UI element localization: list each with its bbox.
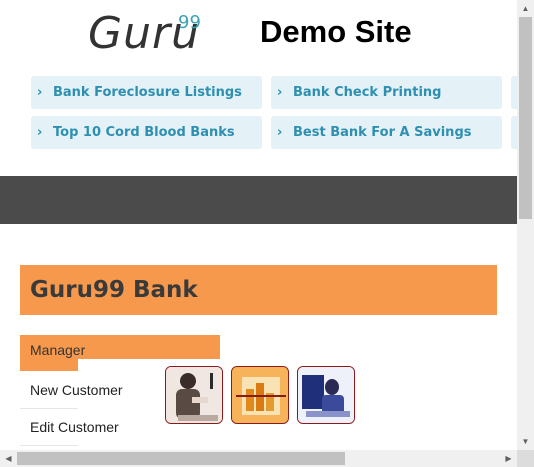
menu-item-edit-customer[interactable]: Edit Customer: [20, 409, 119, 446]
bank-title-banner: Guru99 Bank: [20, 265, 497, 315]
ad-link-bank-foreclosure[interactable]: › Bank Foreclosure Listings: [31, 76, 262, 109]
menu-manager-accent: [20, 359, 78, 371]
horizontal-scrollbar[interactable]: ◀ ▶: [0, 450, 517, 467]
ad-link-best-savings[interactable]: › Best Bank For A Savings: [271, 116, 502, 149]
scrollbar-corner: [517, 450, 534, 467]
chevron-right-icon: ›: [37, 85, 43, 100]
vertical-scroll-thumb[interactable]: [519, 17, 532, 219]
horizontal-scroll-thumb[interactable]: [17, 452, 345, 465]
bank-title: Guru99 Bank: [30, 277, 198, 303]
ad-link-label: Top 10 Cord Blood Banks: [53, 125, 235, 140]
coins-image: [231, 366, 289, 424]
chevron-right-icon: ›: [277, 125, 283, 140]
ad-link-label: Bank Foreclosure Listings: [53, 85, 242, 100]
chevron-right-icon: ›: [277, 85, 283, 100]
scroll-up-arrow-icon[interactable]: ▲: [517, 0, 534, 17]
logo-superscript: 99: [178, 12, 201, 33]
ad-link-cord-blood[interactable]: › Top 10 Cord Blood Banks: [31, 116, 262, 149]
menu-item-manager[interactable]: Manager: [20, 335, 220, 359]
customer-photo-image: [165, 366, 223, 424]
vertical-scrollbar[interactable]: ▲ ▼: [517, 0, 534, 450]
ad-link-label: Bank Check Printing: [293, 85, 442, 100]
page-viewport: Guru 99 Demo Site › Bank Foreclosure Lis…: [0, 0, 517, 450]
site-title: Demo Site: [260, 14, 412, 49]
ad-link-bank-check[interactable]: › Bank Check Printing: [271, 76, 502, 109]
ad-link-label: Best Bank For A Savings: [293, 125, 472, 140]
scroll-down-arrow-icon[interactable]: ▼: [517, 433, 534, 450]
office-worker-image: [297, 366, 355, 424]
guru99-logo[interactable]: Guru 99: [88, 10, 201, 60]
scroll-left-arrow-icon[interactable]: ◀: [0, 450, 17, 467]
scroll-right-arrow-icon[interactable]: ▶: [500, 450, 517, 467]
menu-item-new-customer[interactable]: New Customer: [20, 372, 123, 409]
navigation-bar: [0, 176, 517, 224]
chevron-right-icon: ›: [37, 125, 43, 140]
